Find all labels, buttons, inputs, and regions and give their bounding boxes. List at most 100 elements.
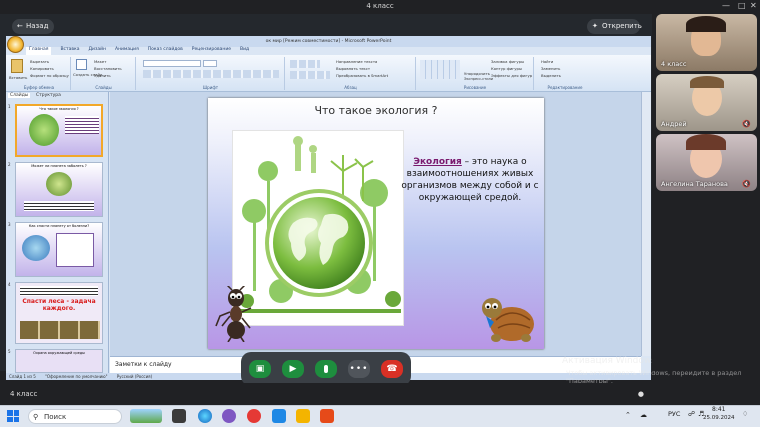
search-icon: ⚲ (33, 413, 39, 421)
participant-tile[interactable]: Ангелина Таранова 🔇 (656, 134, 757, 191)
end-call-button[interactable]: ☎ (381, 360, 403, 378)
paste-icon[interactable] (11, 59, 23, 73)
group-font: Шрифт (137, 57, 285, 90)
file-explorer-icon[interactable] (296, 409, 310, 423)
more-options-button[interactable]: ••• (348, 360, 370, 378)
shape-outline-button[interactable]: Контур фигуры (491, 66, 522, 71)
text-direction-button[interactable]: Направление текста (336, 59, 377, 64)
slide-thumbnail-3[interactable]: Как спасти планету от болезни? (15, 222, 103, 277)
microphone-button[interactable] (315, 360, 337, 378)
copy-button[interactable]: Копировать (30, 66, 54, 71)
shape-fill-button[interactable]: Заливка фигуры (491, 59, 524, 64)
taskbar-search[interactable]: ⚲ Поиск (28, 409, 122, 424)
mic-muted-icon: 🔇 (742, 180, 751, 188)
list-buttons[interactable] (290, 60, 320, 68)
hang-up-icon: ☎ (386, 364, 398, 374)
tab-design[interactable]: Дизайн (89, 47, 106, 55)
participant-tile[interactable]: Андрей 🔇 (656, 74, 757, 131)
turtle-cartoon-image (482, 298, 534, 342)
slide-thumbnail-2[interactable]: Может ли планета заболеть ? (15, 162, 103, 217)
onedrive-icon[interactable]: ☁ (640, 411, 647, 419)
ant-cartoon-image (215, 286, 252, 342)
thumb-title: Охрана окружающей среды (33, 351, 85, 355)
slide-thumbnail-1[interactable]: Что такое экология ? (15, 104, 103, 157)
slide-thumbnail-5[interactable]: Охрана окружающей среды (15, 349, 103, 373)
thumb-text-lines (65, 116, 99, 134)
tab-review[interactable]: Рецензирование (192, 47, 231, 55)
replace-button[interactable]: Заменить (541, 66, 560, 71)
tab-home[interactable]: Главная (26, 47, 52, 55)
thumb-title: Что такое экология ? (39, 107, 79, 111)
chrome-icon[interactable] (247, 409, 261, 423)
camera-button[interactable]: ▶ (282, 360, 304, 378)
meet-top-bar: 4 класс — □ ✕ (0, 0, 760, 14)
font-format-buttons[interactable] (143, 70, 279, 78)
keyboard-language[interactable]: РУС (668, 410, 680, 418)
task-view-icon[interactable] (172, 409, 186, 423)
camera-icon: ▶ (289, 364, 297, 374)
microphone-icon (324, 365, 328, 373)
powerpoint-taskbar-icon[interactable] (320, 409, 334, 423)
arrange-button[interactable]: Упорядочить (464, 71, 490, 76)
font-name-field[interactable] (143, 60, 201, 67)
back-button[interactable]: ← Назад (12, 19, 54, 34)
taskbar-date[interactable]: 25.09.2024 (703, 415, 735, 421)
office-button[interactable] (7, 36, 24, 53)
tab-view[interactable]: Вид (240, 47, 249, 55)
participant-tile[interactable]: 4 класс (656, 14, 757, 71)
slide-thumbnail-4[interactable]: Спасти леса - задача каждого. (15, 282, 103, 344)
thumb-number: 5 (8, 349, 11, 354)
ecology-term: Экология (413, 157, 462, 167)
smartart-button[interactable]: Преобразовать в SmartArt (336, 73, 388, 78)
group-label: Редактирование (547, 85, 583, 90)
maximize-icon[interactable]: □ (738, 0, 746, 12)
back-label: Назад (26, 22, 49, 30)
tray-chevron-icon[interactable]: ⌃ (625, 411, 631, 419)
window-title: ок мир [Режим совместимости] - Microsoft… (6, 36, 651, 47)
format-painter-button[interactable]: Формат по образцу (30, 73, 69, 78)
tab-outline[interactable]: Структура (36, 93, 61, 98)
tab-slides[interactable]: Слайды (8, 93, 31, 98)
current-slide[interactable]: Что такое экология ? Экология – это наук… (208, 98, 544, 349)
delete-button[interactable]: Удалить (94, 73, 111, 78)
select-button[interactable]: Выделить (541, 73, 561, 78)
earth-illustration (232, 130, 404, 326)
shapes-gallery[interactable] (420, 60, 460, 79)
group-paragraph: Направление текста Выровнять текст Преоб… (286, 57, 416, 90)
tab-insert[interactable]: Вставка (60, 47, 79, 55)
microphone-status-icon[interactable]: ● (638, 383, 644, 405)
align-text-button[interactable]: Выровнять текст (336, 66, 370, 71)
tab-animation[interactable]: Анимация (115, 47, 139, 55)
widgets-icon[interactable] (130, 409, 162, 423)
present-button[interactable]: ▣ (249, 360, 271, 378)
minimize-icon[interactable]: — (722, 0, 730, 12)
close-icon[interactable]: ✕ (750, 0, 757, 12)
paste-button[interactable]: Вставить (9, 75, 27, 80)
copilot-icon[interactable] (222, 409, 236, 423)
find-button[interactable]: Найти (541, 59, 553, 64)
notifications-icon[interactable]: ♢ (742, 410, 748, 418)
taskbar-time[interactable]: 8:41 (712, 406, 725, 413)
edge-icon[interactable] (198, 409, 212, 423)
cut-button[interactable]: Вырезать (30, 59, 49, 64)
new-slide-icon[interactable] (76, 59, 87, 70)
call-controls: ▣ ▶ ••• ☎ (241, 352, 411, 386)
font-size-field[interactable] (203, 60, 217, 67)
vertical-scrollbar[interactable] (641, 92, 651, 356)
shape-effects-button[interactable]: Эффекты для фигур (491, 73, 532, 78)
unpin-button[interactable]: ✦ Открепить (587, 19, 642, 34)
reset-button[interactable]: Восстановить (94, 66, 122, 71)
thumb-number: 1 (8, 104, 11, 109)
thumb-title: Может ли планета заболеть ? (31, 164, 87, 168)
quick-styles-button[interactable]: Экспресс-стили (464, 77, 493, 81)
align-buttons[interactable] (290, 71, 330, 79)
tab-slideshow[interactable]: Показ слайдов (148, 47, 183, 55)
thumb-number: 2 (8, 162, 11, 167)
mic-muted-icon: 🔇 (742, 120, 751, 128)
layout-button[interactable]: Макет (94, 59, 106, 64)
store-icon[interactable] (272, 409, 286, 423)
network-icon[interactable]: ☍ (688, 410, 695, 418)
present-icon: ▣ (255, 364, 265, 374)
windows-start-icon[interactable] (7, 410, 19, 422)
group-editing: Найти Заменить Выделить Редактирование (535, 57, 595, 90)
